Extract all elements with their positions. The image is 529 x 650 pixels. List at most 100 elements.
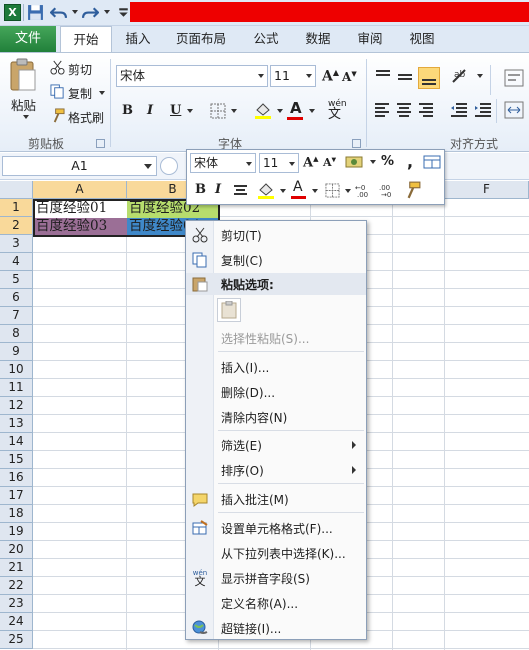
borders-dropdown-icon[interactable] <box>231 109 237 113</box>
paste-option-button[interactable] <box>217 298 241 322</box>
font-size-combo[interactable]: 11 <box>270 65 316 87</box>
redo-icon[interactable] <box>82 4 99 21</box>
increase-indent-icon[interactable] <box>474 101 492 119</box>
fill-color-icon[interactable] <box>254 101 272 119</box>
mini-shrink-font-button[interactable]: A▼ <box>323 156 336 169</box>
format-painter-button[interactable]: 格式刷 <box>68 109 104 126</box>
borders-icon[interactable] <box>210 103 226 119</box>
italic-button[interactable]: I <box>147 103 153 118</box>
row-header[interactable]: 3 <box>0 235 33 253</box>
comma-style-button[interactable]: , <box>407 152 413 171</box>
paste-icon[interactable] <box>9 58 37 92</box>
paste-button[interactable]: 粘贴 <box>11 95 36 114</box>
tab-home[interactable]: 开始 <box>60 26 112 52</box>
cell-a1[interactable]: 百度经验01 <box>34 200 127 218</box>
copy-dropdown-icon[interactable] <box>99 91 105 95</box>
row-header[interactable]: 2 <box>0 217 33 235</box>
tab-formulas[interactable]: 公式 <box>244 26 288 52</box>
menu-item-cut[interactable]: 剪切(T) <box>186 224 366 246</box>
copy-button[interactable]: 复制 <box>68 85 92 102</box>
wrap-text-icon[interactable] <box>504 69 524 87</box>
save-icon[interactable] <box>27 4 44 21</box>
row-header[interactable]: 23 <box>0 595 33 613</box>
font-name-combo[interactable]: 宋体 <box>116 65 268 87</box>
percent-style-button[interactable]: % <box>381 154 394 169</box>
align-middle-button[interactable] <box>396 67 414 85</box>
row-header[interactable]: 11 <box>0 379 33 397</box>
menu-item-pick-from-list[interactable]: 从下拉列表中选择(K)... <box>186 542 366 564</box>
mini-grow-font-button[interactable]: A▲ <box>303 154 318 170</box>
row-header[interactable]: 20 <box>0 541 33 559</box>
tab-file[interactable]: 文件 <box>0 26 56 52</box>
row-header[interactable]: 18 <box>0 505 33 523</box>
underline-dropdown-icon[interactable] <box>187 109 193 113</box>
phonetic-guide-button[interactable]: wén 文 <box>328 99 347 121</box>
name-box[interactable]: A1 <box>2 156 157 176</box>
menu-item-filter[interactable]: 筛选(E) <box>186 434 366 456</box>
row-header[interactable]: 6 <box>0 289 33 307</box>
mini-format-painter-icon[interactable] <box>403 181 421 199</box>
orientation-dropdown-icon[interactable] <box>477 74 483 78</box>
mini-font-name-combo[interactable]: 宋体 <box>190 153 256 173</box>
menu-item-show-phonetic[interactable]: wén 文 显示拼音字段(S) <box>186 567 366 589</box>
mini-fill-color-dropdown-icon[interactable] <box>280 189 286 193</box>
mini-italic-button[interactable]: I <box>215 182 221 197</box>
accounting-format-icon[interactable] <box>345 154 365 170</box>
format-cells-icon[interactable] <box>423 154 441 170</box>
menu-item-delete[interactable]: 删除(D)... <box>186 381 366 403</box>
row-header[interactable]: 5 <box>0 271 33 289</box>
tab-data[interactable]: 数据 <box>296 26 340 52</box>
align-left-button[interactable] <box>374 101 392 119</box>
row-header[interactable]: 15 <box>0 451 33 469</box>
font-color-button[interactable]: A <box>290 99 302 117</box>
menu-item-hyperlink[interactable]: 超链接(I)... <box>186 617 366 639</box>
fill-color-dropdown-icon[interactable] <box>277 109 283 113</box>
row-header[interactable]: 8 <box>0 325 33 343</box>
decrease-indent-icon[interactable] <box>450 101 468 119</box>
mini-center-button[interactable] <box>233 184 249 198</box>
tab-view[interactable]: 视图 <box>400 26 444 52</box>
align-right-button[interactable] <box>418 101 436 119</box>
menu-item-define-name[interactable]: 定义名称(A)... <box>186 592 366 614</box>
row-header[interactable]: 7 <box>0 307 33 325</box>
mini-fill-color-icon[interactable] <box>257 181 275 199</box>
align-center-button[interactable] <box>396 101 414 119</box>
mini-bold-button[interactable]: B <box>195 182 206 197</box>
paste-dropdown-icon[interactable] <box>23 115 29 119</box>
tab-page-layout[interactable]: 页面布局 <box>168 26 234 52</box>
redo-dropdown-icon[interactable] <box>104 10 110 14</box>
bold-button[interactable]: B <box>122 103 133 118</box>
row-header[interactable]: 17 <box>0 487 33 505</box>
cell-a2[interactable]: 百度经验03 <box>34 218 127 236</box>
row-header[interactable]: 21 <box>0 559 33 577</box>
shrink-font-button[interactable]: A▼ <box>342 69 357 84</box>
undo-icon[interactable] <box>50 4 67 21</box>
cut-button[interactable]: 剪切 <box>68 61 92 78</box>
menu-item-sort[interactable]: 排序(O) <box>186 459 366 481</box>
mini-borders-icon[interactable] <box>325 183 340 198</box>
orientation-icon[interactable]: ab <box>450 67 472 85</box>
menu-item-paste-special[interactable]: 选择性粘贴(S)... <box>186 327 366 349</box>
mini-font-color-button[interactable]: A <box>293 179 303 195</box>
font-color-dropdown-icon[interactable] <box>309 109 315 113</box>
mini-borders-dropdown-icon[interactable] <box>345 189 351 193</box>
underline-button[interactable]: U <box>170 103 181 118</box>
select-all-corner[interactable] <box>0 181 33 199</box>
formula-options-icon[interactable] <box>160 157 178 175</box>
row-header[interactable]: 19 <box>0 523 33 541</box>
row-header[interactable]: 22 <box>0 577 33 595</box>
menu-item-insert[interactable]: 插入(I)... <box>186 356 366 378</box>
row-header[interactable]: 24 <box>0 613 33 631</box>
menu-item-copy[interactable]: 复制(C) <box>186 249 366 271</box>
decrease-decimal-icon[interactable]: .00→0 <box>379 182 399 198</box>
row-header[interactable]: 10 <box>0 361 33 379</box>
row-header[interactable]: 9 <box>0 343 33 361</box>
clipboard-dialog-launcher[interactable] <box>96 139 105 148</box>
menu-item-clear-contents[interactable]: 清除内容(N) <box>186 406 366 428</box>
undo-dropdown-icon[interactable] <box>72 10 78 14</box>
font-dialog-launcher[interactable] <box>352 139 361 148</box>
merge-center-icon[interactable] <box>504 101 524 119</box>
mini-font-size-combo[interactable]: 11 <box>259 153 299 173</box>
increase-decimal-icon[interactable]: ←0.00 <box>355 182 375 198</box>
row-header[interactable]: 1 <box>0 199 33 217</box>
